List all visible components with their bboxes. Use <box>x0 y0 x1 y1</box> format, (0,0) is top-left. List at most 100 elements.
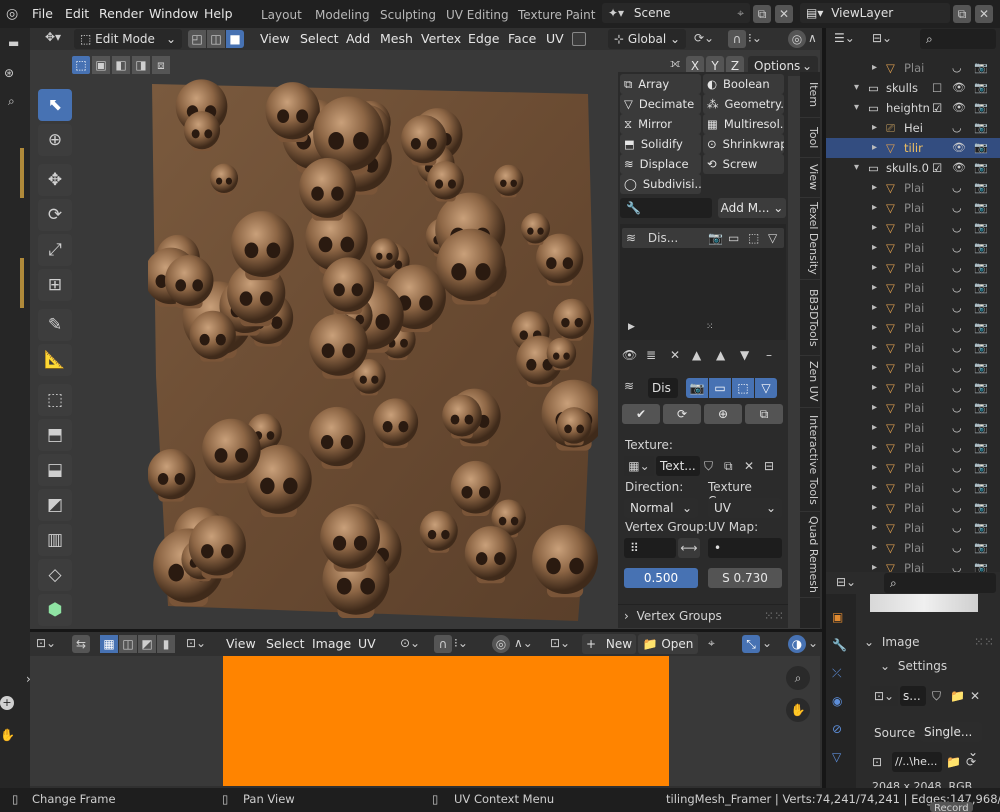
outliner-row[interactable]: ▸ ▽ Plai ◡ 📷 <box>826 498 1000 518</box>
visibility-eye-icon[interactable]: ◡ <box>952 178 962 198</box>
image-name-field[interactable]: s... <box>900 686 926 706</box>
chevron-down-icon[interactable]: ▾ <box>854 98 859 118</box>
tab-modeling[interactable]: Modeling <box>309 4 376 26</box>
display-channels-icon[interactable]: ⤡ <box>742 635 760 653</box>
visibility-eye-icon[interactable]: ◡ <box>952 458 962 478</box>
visibility-eye-icon[interactable]: ◡ <box>952 558 962 572</box>
render-visibility-icon[interactable]: 📷 <box>708 228 723 248</box>
outliner-row[interactable]: ▸ ▽ Plai ◡ 📷 <box>826 378 1000 398</box>
outliner-row[interactable]: ▸ ▽ Plai ◡ 📷 <box>826 198 1000 218</box>
chevron-right-icon[interactable]: ▸ <box>872 438 877 458</box>
duplicate-icon[interactable]: ⧉ <box>745 404 783 424</box>
snap-type-icon[interactable]: ⁝⌄ <box>748 31 762 45</box>
inset-tool-icon[interactable]: ⬓ <box>38 454 72 486</box>
orientation-selector[interactable]: ⊹ Global ⌄ <box>608 29 686 49</box>
delete-viewlayer-icon[interactable]: ✕ <box>975 5 993 23</box>
proportional-edit-icon[interactable]: ◎ <box>788 30 806 48</box>
visibility-eye-icon[interactable]: ◡ <box>952 338 962 358</box>
modifier-array[interactable]: ⧉ Array <box>620 74 701 94</box>
visibility-eye-icon[interactable]: ◡ <box>952 538 962 558</box>
edge-select-icon[interactable]: ◫ <box>207 30 225 48</box>
chevron-right-icon[interactable]: ▸ <box>872 138 877 158</box>
source-dropdown[interactable]: Single... ⌄ <box>920 722 982 759</box>
render-camera-icon[interactable]: 📷 <box>974 278 988 298</box>
measure-tool-icon[interactable]: 📐 <box>38 344 72 376</box>
fake-user-icon[interactable]: ⛉ <box>932 686 941 706</box>
rotate-tool-icon[interactable]: ⟳ <box>38 199 72 231</box>
exclude-checkbox[interactable]: ☑ <box>932 158 942 178</box>
outliner-row[interactable]: ▾ ▭ heightn ☑ 👁 📷 <box>826 98 1000 118</box>
render-camera-icon[interactable]: 📷 <box>974 318 988 338</box>
visibility-eye-icon[interactable]: ◡ <box>952 438 962 458</box>
mode-selector[interactable]: ⬚ Edit Mode ⌄ <box>74 29 182 49</box>
constraints-tab-icon[interactable]: ⊘ <box>832 722 842 736</box>
chevron-right-icon[interactable]: ▸ <box>872 178 877 198</box>
menu-view[interactable]: View <box>222 634 260 654</box>
visibility-eye-icon[interactable]: ◡ <box>952 118 962 138</box>
render-camera-icon[interactable]: 📷 <box>974 198 988 218</box>
add-cube-tool-icon[interactable]: ⬚ <box>38 384 72 416</box>
particles-tab-icon[interactable]: ⤫ <box>832 666 842 681</box>
add-modifier-button[interactable]: Add M... ⌄ <box>718 198 786 218</box>
render-camera-icon[interactable]: 📷 <box>974 478 988 498</box>
outliner-row[interactable]: ▸ ▽ Plai ◡ 📷 <box>826 558 1000 572</box>
viewlayer-selector[interactable]: ▤▾ ViewLayer <box>800 3 950 23</box>
uv-sync-checkbox[interactable] <box>572 32 586 46</box>
render-camera-icon[interactable]: 📷 <box>974 58 988 78</box>
tab-zen-uv[interactable]: Zen UV <box>800 356 820 408</box>
outliner-row[interactable]: ▸ ▽ Plai ◡ 📷 <box>826 538 1000 558</box>
outliner-row[interactable]: ▸ ▽ Plai ◡ 📷 <box>826 238 1000 258</box>
outliner-row[interactable]: ▸ ▽ Plai ◡ 📷 <box>826 58 1000 78</box>
move-tool-icon[interactable]: ✥ <box>38 164 72 196</box>
pan-hand-icon[interactable]: ✋ <box>786 698 810 722</box>
render-camera-icon[interactable]: 📷 <box>974 258 988 278</box>
visibility-eye-icon[interactable]: ◡ <box>952 478 962 498</box>
invert-icon[interactable]: ⟷ <box>678 538 700 558</box>
tab-texture-paint[interactable]: Texture Paint <box>512 4 601 26</box>
new-viewlayer-icon[interactable]: ⧉ <box>953 5 971 23</box>
menu-uv[interactable]: UV <box>354 634 380 654</box>
falloff-icon[interactable]: ∧ <box>808 31 817 45</box>
cursor-icon[interactable]: ⊛ <box>4 66 14 80</box>
menu-render[interactable]: Render <box>95 4 148 24</box>
snap-type-icon[interactable]: ⁝⌄ <box>454 636 468 650</box>
scene-selector[interactable]: ✦▾ Scene ⌖ <box>602 3 750 23</box>
new-texture-icon[interactable]: ⧉ <box>724 456 733 476</box>
outliner-row[interactable]: ▾ ▭ skulls.0 ☑ 👁 📷 <box>826 158 1000 178</box>
overlays-icon[interactable]: ◑ <box>788 635 806 653</box>
menu-file[interactable]: File <box>28 4 57 24</box>
tab-tool[interactable]: Tool <box>800 118 820 158</box>
editor-type-icon[interactable]: ⊡⌄ <box>36 636 56 650</box>
outliner-row[interactable]: ▸ ▽ Plai ◡ 📷 <box>826 218 1000 238</box>
menu-window[interactable]: Window <box>145 4 202 24</box>
cage-icon[interactable]: ▽ <box>768 228 777 248</box>
outliner-row[interactable]: ▸ ▽ Plai ◡ 📷 <box>826 258 1000 278</box>
render-camera-icon[interactable]: 📷 <box>974 558 988 572</box>
visibility-eye-icon[interactable]: 👁 <box>952 98 966 118</box>
outliner-row[interactable]: ▸ ▽ Plai ◡ 📷 <box>826 458 1000 478</box>
modifier-name-field[interactable]: Dis <box>648 378 678 398</box>
image-browse-icon[interactable]: ⊡⌄ <box>550 636 570 650</box>
annotate-tool-icon[interactable]: ✎ <box>38 309 72 341</box>
visibility-eye-icon[interactable]: 👁 <box>952 78 966 98</box>
exclude-checkbox[interactable]: ☑ <box>932 98 942 118</box>
texture-props-icon[interactable]: ⊟ <box>764 456 774 476</box>
snap-icon[interactable]: ∩ <box>728 30 746 48</box>
drag-grip-icon[interactable]: ⁙⁙ <box>974 632 994 652</box>
visibility-eye-icon[interactable]: ◡ <box>952 278 962 298</box>
remove-icon[interactable]: – <box>766 348 772 362</box>
wrench-tab-icon[interactable]: 🔧 <box>832 638 847 652</box>
select-subtract-icon[interactable]: ◧ <box>112 56 130 74</box>
proportional-edit-icon[interactable]: ◎ <box>492 635 510 653</box>
render-camera-icon[interactable]: 📷 <box>974 538 988 558</box>
hand-icon[interactable]: ✋ <box>0 728 15 742</box>
select-intersect-icon[interactable]: ⧈ <box>152 56 170 74</box>
tab-quad-remesh[interactable]: Quad Remesh <box>800 512 820 598</box>
outliner-search[interactable]: ⌕ <box>920 29 996 49</box>
pivot-icon[interactable]: ⟳⌄ <box>694 31 714 45</box>
modifier-screw[interactable]: ⟲ Screw <box>703 154 784 174</box>
visibility-eye-icon[interactable]: ◡ <box>952 358 962 378</box>
cage-toggle-icon[interactable]: ▽ <box>755 378 777 398</box>
tab-interactive-tools[interactable]: Interactive Tools <box>800 408 820 512</box>
visibility-eye-icon[interactable]: ◡ <box>952 258 962 278</box>
